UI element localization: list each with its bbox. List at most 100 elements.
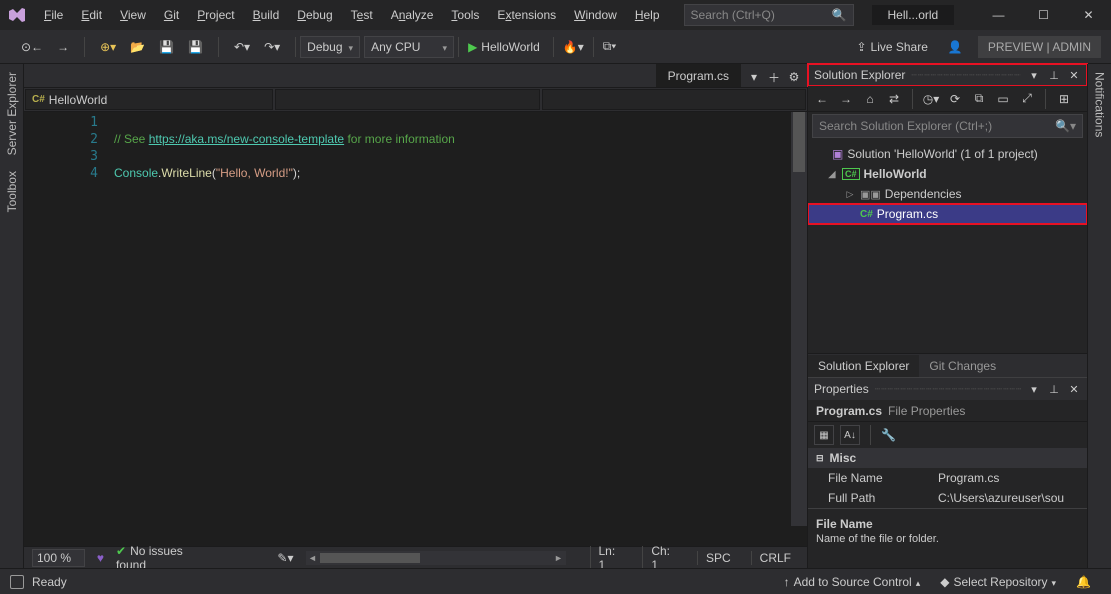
se-showall-button[interactable]: ▭ [993,89,1013,109]
spc-indicator[interactable]: SPC [697,551,739,565]
notifications-tab[interactable]: Notifications [1093,72,1107,137]
menu-help[interactable]: Help [627,4,668,26]
add-tab-button[interactable]: ＋ [765,67,783,87]
notifications-bell[interactable]: 🔔 [1066,575,1101,589]
menu-analyze[interactable]: Analyze [383,4,442,26]
se-sync-button[interactable]: ◷▾ [921,89,941,109]
live-share-button[interactable]: ⇪ Live Share [851,36,932,58]
properties-target[interactable]: Program.cs File Properties [808,400,1087,422]
program-cs-node[interactable]: C# Program.cs [808,204,1087,224]
csharp-file-icon: C# [860,209,873,220]
feedback-button[interactable]: 👤 [943,36,968,58]
panel-options-icon[interactable]: ▾ [1027,68,1041,82]
se-filter-button[interactable]: ⧉ [969,89,989,109]
tab-git-changes[interactable]: Git Changes [919,355,1006,377]
health-icon[interactable]: ♥ [97,551,104,565]
menu-edit[interactable]: Edit [73,4,110,26]
quick-search[interactable]: Search (Ctrl+Q) 🔍 [684,4,854,26]
menu-test[interactable]: Test [343,4,381,26]
se-collapse-button[interactable]: ⤢ [1017,89,1037,109]
document-tab[interactable]: Program.cs [656,63,741,87]
se-switch-button[interactable]: ⇄ [884,89,904,109]
nav-back-button[interactable]: ⊙← [16,36,48,58]
horizontal-scrollbar[interactable]: ◄► [306,551,566,565]
menu-build[interactable]: Build [245,4,288,26]
property-value[interactable]: Program.cs [938,471,1087,485]
solution-tree[interactable]: ▣ Solution 'HelloWorld' (1 of 1 project)… [808,140,1087,353]
menu-git[interactable]: Git [156,4,187,26]
tweak-icon[interactable]: ✎▾ [277,551,293,565]
close-icon[interactable]: ✕ [1067,68,1081,82]
property-pages-button[interactable]: 🔧 [881,428,896,442]
vertical-scrollbar[interactable] [791,112,807,526]
scrollbar-thumb[interactable] [793,112,805,172]
close-button[interactable]: ✕ [1066,0,1111,30]
project-node[interactable]: ◢ C# HelloWorld [808,164,1087,184]
pin-tab-button[interactable]: ▾ [745,67,763,87]
code-content[interactable]: // See https://aka.ms/new-console-templa… [114,112,807,546]
nav-type-combo[interactable] [275,89,540,110]
menu-window[interactable]: Window [566,4,625,26]
tab-options-button[interactable]: ⚙ [785,67,803,87]
menu-file[interactable]: File [36,4,71,26]
new-project-button[interactable]: ⊕▾ [95,36,121,58]
add-source-control-button[interactable]: ↑ Add to Source Control [774,575,931,589]
titlebar: File Edit View Git Project Build Debug T… [0,0,1111,30]
menu-view[interactable]: View [112,4,154,26]
menu-tools[interactable]: Tools [443,4,487,26]
minimize-button[interactable]: — [976,0,1021,30]
crlf-indicator[interactable]: CRLF [751,551,799,565]
platform-dropdown[interactable]: Any CPU [364,36,454,58]
solution-explorer-header[interactable]: Solution Explorer ┄┄┄┄┄┄┄┄┄┄┄┄┄┄┄┄┄┄┄┄┄┄… [808,64,1087,86]
csharp-project-icon: C# [842,168,860,180]
save-all-button[interactable]: 💾 [183,36,208,58]
server-explorer-tab[interactable]: Server Explorer [5,72,19,155]
open-button[interactable]: 📂 [125,36,150,58]
collapse-icon[interactable]: ⊟ [816,453,824,464]
maximize-button[interactable]: ☐ [1021,0,1066,30]
property-value: C:\Users\azureuser\sou [938,491,1087,505]
zoom-combo[interactable]: 100 % [32,549,85,567]
se-refresh-button[interactable]: ⟳ [945,89,965,109]
categorized-button[interactable]: ▦ [814,425,834,445]
statusbar: Ready ↑ Add to Source Control ◆ Select R… [0,568,1111,594]
expand-icon[interactable]: ▷ [844,189,856,200]
code-editor[interactable]: 1234 // See https://aka.ms/new-console-t… [24,112,807,546]
task-status-icon[interactable] [10,575,24,589]
menu-project[interactable]: Project [189,4,242,26]
toolbox-tab[interactable]: Toolbox [5,171,19,212]
solution-node[interactable]: ▣ Solution 'HelloWorld' (1 of 1 project) [808,144,1087,164]
close-icon[interactable]: ✕ [1067,382,1081,396]
config-dropdown[interactable]: Debug [300,36,360,58]
menu-extensions[interactable]: Extensions [489,4,564,26]
se-home-button[interactable]: ⌂ [860,89,880,109]
se-back-button[interactable]: ← [812,89,832,109]
tab-solution-explorer[interactable]: Solution Explorer [808,355,919,377]
pin-icon[interactable]: ⊥ [1047,382,1061,396]
redo-button[interactable]: ↷▾ [259,36,285,58]
nav-member-combo[interactable] [542,89,807,110]
window-controls: — ☐ ✕ [976,0,1111,30]
menu-debug[interactable]: Debug [289,4,340,26]
se-fwd-button[interactable]: → [836,89,856,109]
select-repository-button[interactable]: ◆ Select Repository [930,575,1066,589]
undo-button[interactable]: ↶▾ [229,36,255,58]
nav-fwd-button[interactable]: → [52,36,74,58]
solution-explorer-search[interactable]: Search Solution Explorer (Ctrl+;) 🔍▾ [812,114,1083,138]
line-gutter: 1234 [24,112,114,546]
nav-project-combo[interactable]: C# HelloWorld [25,89,273,110]
hot-reload-button[interactable]: 🔥▾ [558,36,589,58]
dependencies-node[interactable]: ▷ ▣▣ Dependencies [808,184,1087,204]
se-properties-button[interactable]: ⊞ [1054,89,1074,109]
property-row-fullpath[interactable]: Full Path C:\Users\azureuser\sou [808,488,1087,508]
start-button[interactable]: ▶ HelloWorld [463,36,549,58]
panel-options-icon[interactable]: ▾ [1027,382,1041,396]
layout-button[interactable]: ⧉▾ [598,36,622,58]
collapse-icon[interactable]: ◢ [826,169,838,180]
alphabetical-button[interactable]: A↓ [840,425,860,445]
properties-header[interactable]: Properties ┄┄┄┄┄┄┄┄┄┄┄┄┄┄┄┄┄┄┄┄┄┄┄┄┄┄ ▾ … [808,378,1087,400]
property-row-filename[interactable]: File Name Program.cs [808,468,1087,488]
pin-icon[interactable]: ⊥ [1047,68,1061,82]
save-button[interactable]: 💾 [154,36,179,58]
props-category-misc[interactable]: ⊟ Misc [808,448,1087,468]
